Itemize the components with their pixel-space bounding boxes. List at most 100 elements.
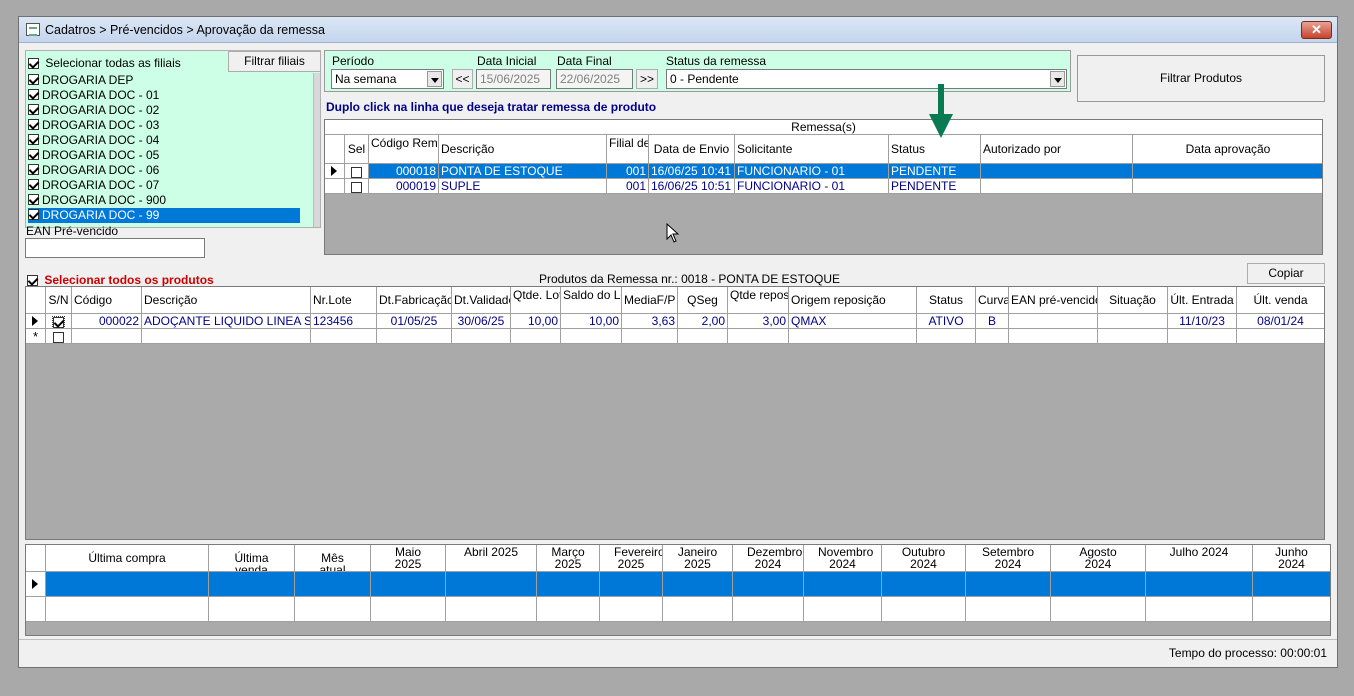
remessa-cell-codigo[interactable]: 000018 [369,164,439,179]
remessas-header-filial[interactable]: Filial de Envio [607,135,649,164]
next-week-button[interactable]: >> [636,69,658,89]
new-row-cell[interactable] [976,329,1009,344]
historico-header[interactable]: Setembro 2024 [966,545,1051,572]
remessa-cell-codigo[interactable]: 000019 [369,179,439,194]
remessa-cell-status[interactable]: PENDENTE [889,179,981,194]
new-row-cell[interactable] [1098,329,1168,344]
produtos-header-status[interactable]: Status [917,287,976,314]
new-row-cell[interactable] [1237,329,1324,344]
remessa-cell-data[interactable]: 16/06/25 10:41 [649,164,735,179]
historico-header[interactable]: Fevereiro 2025 [600,545,663,572]
historico-cell[interactable] [209,572,295,597]
produtos-header-situacao[interactable]: Situação [1098,287,1168,314]
produto-cell-entrada[interactable]: 11/10/23 [1168,314,1237,329]
filial-item[interactable]: DROGARIA DOC - 02 [28,103,300,118]
historico-cell[interactable] [733,572,804,597]
row-indicator[interactable] [325,179,345,194]
row-indicator[interactable] [26,314,46,329]
remessa-cell-descricao[interactable]: SUPLE [439,179,607,194]
historico-header[interactable]: Maio 2025 [371,545,446,572]
close-button[interactable]: ✕ [1301,21,1332,39]
chevron-down-icon[interactable] [427,71,442,87]
remessa-cell-solicitante[interactable]: FUNCIONARIO - 01 [735,164,889,179]
row-indicator[interactable] [26,597,46,622]
produto-cell-curva[interactable]: B [976,314,1009,329]
historico-cell[interactable] [209,597,295,622]
historico-cell[interactable] [537,597,600,622]
prev-week-button[interactable]: << [452,69,473,89]
historico-cell[interactable] [46,597,209,622]
sn-checkbox[interactable] [52,315,65,328]
historico-header[interactable]: Junho 2024 [1253,545,1330,572]
select-all-products[interactable]: Selecionar todos os produtos [27,273,214,287]
new-row-indicator[interactable]: * [26,329,46,344]
historico-cell[interactable] [371,597,446,622]
historico-cell[interactable] [446,597,537,622]
copy-button[interactable]: Copiar [1247,263,1325,284]
historico-cell[interactable] [1146,572,1253,597]
historico-cell[interactable] [882,572,966,597]
filter-filiais-button[interactable]: Filtrar filiais [228,51,321,72]
ean-input[interactable] [25,238,205,258]
sn-checkbox[interactable] [53,331,64,343]
remessas-header-solicitante[interactable]: Solicitante [735,135,889,164]
remessa-cell-filial[interactable]: 001 [607,179,649,194]
new-row-cell[interactable] [511,329,561,344]
produtos-header-fab[interactable]: Dt.Fabricação [377,287,452,314]
remessas-header-sel[interactable] [325,135,345,164]
produtos-header-saldo[interactable]: Saldo do Lote [561,287,622,314]
remessas-header-aprovacao[interactable]: Data aprovação [1133,135,1322,164]
filial-checkbox[interactable] [28,194,39,205]
filial-checkbox[interactable] [28,74,39,85]
filial-checkbox[interactable] [28,209,39,220]
new-row-cell[interactable] [72,329,142,344]
filial-item[interactable]: DROGARIA DOC - 99 [28,208,300,223]
remessa-select[interactable] [345,179,369,194]
historico-cell[interactable] [46,572,209,597]
historico-header[interactable]: Agosto 2024 [1051,545,1146,572]
produto-cell-fab[interactable]: 01/05/25 [377,314,452,329]
historico-header[interactable]: Dezembro 2024 [733,545,804,572]
produtos-header-sn[interactable]: S/N [46,287,72,314]
row-indicator[interactable] [26,572,46,597]
remessas-header-sel[interactable]: Sel [345,135,369,164]
historico-cell[interactable] [882,597,966,622]
remessas-header-autorizado[interactable]: Autorizado por [981,135,1133,164]
historico-cell[interactable] [1253,597,1330,622]
produto-cell-descricao[interactable]: ADOÇANTE LIQUIDO LINEA STE [142,314,311,329]
produto-cell-qtde[interactable]: 10,00 [511,314,561,329]
filial-checkbox[interactable] [28,134,39,145]
remessas-header-descricao[interactable]: Descrição [439,135,607,164]
filial-item[interactable]: DROGARIA DOC - 04 [28,133,300,148]
filial-item[interactable]: DROGARIA DOC - 900 [28,193,300,208]
historico-header[interactable]: Novembro 2024 [804,545,882,572]
status-remessa-select[interactable]: 0 - Pendente [666,69,1067,89]
produtos-header-venda[interactable]: Últ. venda [1237,287,1324,314]
remessas-header-codigo[interactable]: Código Remessa [369,135,439,164]
historico-cell[interactable] [371,572,446,597]
remessa-select[interactable] [345,164,369,179]
remessa-cell-autorizado[interactable] [981,179,1133,194]
produto-cell-situacao[interactable] [1098,314,1168,329]
new-row-cell[interactable] [728,329,789,344]
historico-header[interactable]: Julho 2024 [1146,545,1253,572]
historico-cell[interactable] [537,572,600,597]
filter-products-button[interactable]: Filtrar Produtos [1077,55,1325,102]
select-checkbox[interactable] [351,166,362,178]
produtos-header-origem[interactable]: Origem reposição [789,287,917,314]
new-row-cell[interactable] [1168,329,1237,344]
produtos-header-val[interactable]: Dt.Validade [452,287,511,314]
new-row-cell[interactable] [678,329,728,344]
filial-item[interactable]: DROGARIA DOC - 06 [28,163,300,178]
historico-cell[interactable] [966,572,1051,597]
filial-item[interactable]: DROGARIA DOC - 05 [28,148,300,163]
remessas-header-data[interactable]: Data de Envio [649,135,735,164]
row-indicator[interactable] [325,164,345,179]
produtos-header-codigo[interactable]: Código [72,287,142,314]
filial-checkbox[interactable] [28,119,39,130]
new-row-cell[interactable] [1009,329,1098,344]
historico-cell[interactable] [804,597,882,622]
historico-cell[interactable] [446,572,537,597]
new-row-cell[interactable] [789,329,917,344]
filial-item[interactable]: DROGARIA DOC - 01 [28,88,300,103]
